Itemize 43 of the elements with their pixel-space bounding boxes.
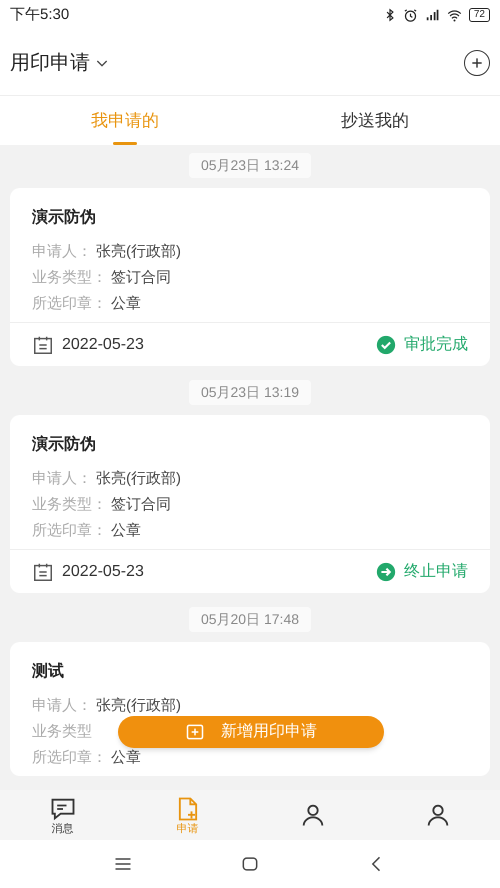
field-value: 签订合同 bbox=[111, 268, 171, 288]
page-title: 用印申请 bbox=[10, 50, 90, 76]
arrow-circle-icon bbox=[376, 562, 396, 582]
timestamp-label: 05月23日 13:24 bbox=[188, 153, 312, 178]
field-label: 所选印章： bbox=[32, 748, 107, 768]
timestamp-label: 05月23日 13:19 bbox=[188, 380, 312, 405]
field-value: 公章 bbox=[111, 748, 141, 768]
request-title: 演示防伪 bbox=[32, 434, 97, 455]
field-value: 公章 bbox=[111, 521, 141, 541]
new-request-button[interactable]: 新增用印申请 bbox=[118, 716, 384, 748]
field-label: 申请人： bbox=[32, 242, 92, 262]
tab[interactable]: 抄送我的 bbox=[341, 108, 409, 134]
status-time: 下午5:30 bbox=[10, 4, 70, 25]
field-label: 业务类型 bbox=[32, 722, 92, 742]
timestamp-label: 05月20日 17:48 bbox=[188, 607, 312, 632]
battery-indicator: 72 bbox=[468, 8, 490, 22]
field-value: 签订合同 bbox=[111, 495, 171, 515]
plus-square-icon bbox=[185, 722, 205, 742]
field-label: 所选印章： bbox=[32, 521, 107, 541]
field-label: 业务类型： bbox=[32, 495, 107, 515]
request-title: 测试 bbox=[32, 662, 65, 682]
check-circle-icon bbox=[376, 334, 396, 354]
alarm-icon bbox=[402, 8, 418, 22]
field-value: 张亮(行政部) bbox=[96, 696, 181, 716]
request-date: 2022-05-23 bbox=[62, 334, 144, 354]
field-value: 公章 bbox=[111, 294, 141, 314]
tab[interactable]: 我申请的 bbox=[91, 108, 159, 134]
field-label: 所选印章： bbox=[32, 294, 107, 314]
request-title: 演示防伪 bbox=[32, 207, 97, 228]
nav-item[interactable]: 申请 bbox=[125, 790, 250, 840]
field-label: 申请人： bbox=[32, 696, 92, 716]
status-label: 审批完成 bbox=[404, 334, 468, 354]
plus-icon bbox=[470, 56, 484, 70]
status-label: 终止申请 bbox=[404, 562, 468, 582]
field-label: 业务类型： bbox=[32, 268, 107, 288]
tab-indicator bbox=[113, 142, 137, 145]
field-label: 申请人： bbox=[32, 469, 92, 489]
field-value: 张亮(行政部) bbox=[96, 469, 181, 489]
wifi-icon bbox=[446, 8, 463, 22]
add-button[interactable] bbox=[464, 50, 490, 76]
request-date: 2022-05-23 bbox=[62, 562, 144, 582]
field-value: 张亮(行政部) bbox=[96, 242, 181, 262]
nav-item[interactable]: 消息 bbox=[0, 790, 125, 840]
